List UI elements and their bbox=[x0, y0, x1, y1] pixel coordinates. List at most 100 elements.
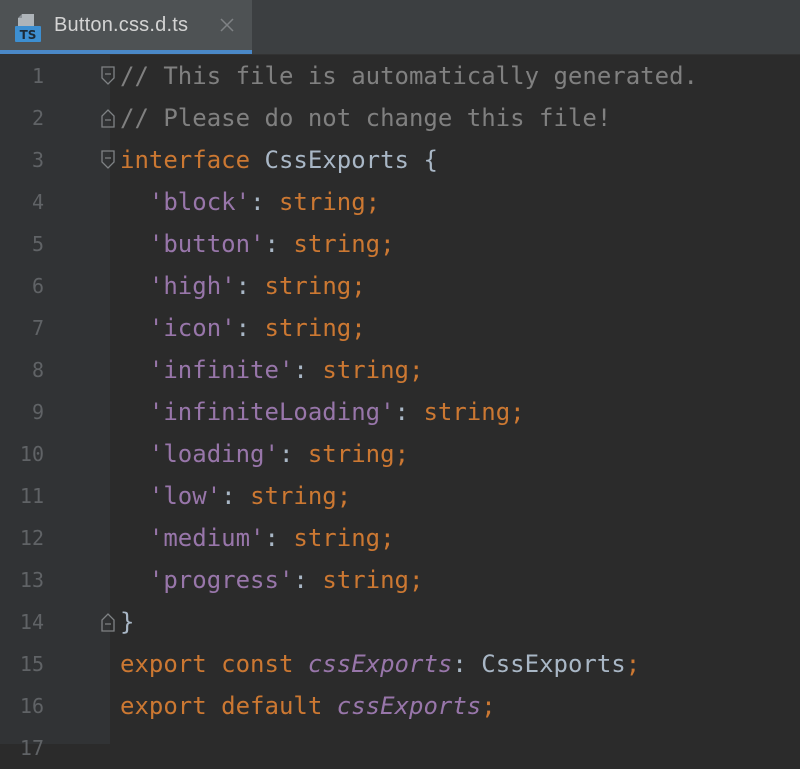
line-number: 3 bbox=[31, 148, 44, 172]
code-token: : bbox=[293, 356, 323, 384]
code-token: 'low' bbox=[148, 482, 222, 510]
code-token: ; bbox=[380, 524, 395, 552]
code-token: : bbox=[235, 272, 265, 300]
code-token: 'medium' bbox=[148, 524, 265, 552]
code-token: { bbox=[409, 146, 438, 174]
code-token: ; bbox=[351, 314, 366, 342]
code-line[interactable]: 'medium': string; bbox=[120, 517, 395, 559]
code-line[interactable]: 'loading': string; bbox=[120, 433, 409, 475]
code-line[interactable]: 'high': string; bbox=[120, 265, 366, 307]
line-number: 7 bbox=[31, 316, 44, 340]
code-token: : bbox=[221, 482, 251, 510]
code-token: ; bbox=[409, 356, 424, 384]
code-token: : bbox=[250, 188, 279, 216]
code-token: string bbox=[293, 230, 381, 258]
line-number-gutter: 1 2 3 4 5 6 7 8 9 10 11 12 13 14 15 16 17 bbox=[0, 55, 110, 760]
code-token: 'infiniteLoading' bbox=[148, 398, 395, 426]
fold-start-icon[interactable] bbox=[100, 150, 116, 170]
code-line[interactable]: } bbox=[120, 601, 134, 643]
code-token: ; bbox=[510, 398, 525, 426]
code-token: cssExports bbox=[307, 650, 453, 678]
tab-button-css-d-ts[interactable]: TS Button.css.d.ts bbox=[0, 0, 252, 54]
code-token: : bbox=[264, 524, 294, 552]
code-line[interactable]: 'low': string; bbox=[120, 475, 351, 517]
line-number: 14 bbox=[19, 610, 44, 634]
code-token: // Please do not change this file! bbox=[120, 104, 612, 132]
code-token: default bbox=[221, 692, 323, 720]
code-line[interactable]: 'button': string; bbox=[120, 223, 395, 265]
code-token: string bbox=[322, 356, 410, 384]
code-token: : bbox=[394, 398, 424, 426]
code-token: string bbox=[307, 440, 395, 468]
fold-start-icon[interactable] bbox=[100, 66, 116, 86]
code-token: ; bbox=[336, 482, 352, 510]
line-number: 1 bbox=[31, 64, 44, 88]
code-token: 'button' bbox=[148, 230, 265, 258]
fold-end-icon[interactable] bbox=[100, 108, 116, 128]
code-token: : bbox=[452, 650, 482, 678]
line-number: 5 bbox=[31, 232, 44, 256]
code-line[interactable]: 'block': string; bbox=[120, 181, 380, 223]
code-token: string bbox=[293, 524, 381, 552]
fold-end-icon[interactable] bbox=[100, 612, 116, 632]
code-line[interactable]: 'progress': string; bbox=[120, 559, 424, 601]
line-number: 11 bbox=[19, 484, 44, 508]
tab-label: Button.css.d.ts bbox=[54, 14, 189, 36]
code-token: export bbox=[120, 692, 207, 720]
code-line[interactable]: // This file is automatically generated. bbox=[120, 55, 698, 97]
code-token: string bbox=[423, 398, 511, 426]
code-token: string bbox=[264, 314, 352, 342]
code-token: ; bbox=[351, 272, 366, 300]
line-number: 8 bbox=[31, 358, 44, 382]
line-number: 16 bbox=[19, 694, 44, 718]
code-line[interactable]: // Please do not change this file! bbox=[120, 97, 611, 139]
code-token: } bbox=[120, 608, 135, 636]
code-line[interactable]: 'infiniteLoading': string; bbox=[120, 391, 525, 433]
code-token: : bbox=[235, 314, 265, 342]
code-token: ; bbox=[394, 440, 410, 468]
code-token: 'progress' bbox=[148, 566, 294, 594]
code-line[interactable]: 'icon': string; bbox=[120, 307, 366, 349]
line-number: 17 bbox=[19, 736, 44, 760]
code-token: : bbox=[264, 230, 294, 258]
code-line[interactable]: interface CssExports { bbox=[120, 139, 438, 181]
code-token: 'block' bbox=[148, 188, 251, 216]
code-token: CssExports bbox=[264, 146, 410, 174]
code-token: string bbox=[264, 272, 352, 300]
code-token: ; bbox=[625, 650, 641, 678]
line-number: 9 bbox=[31, 400, 44, 424]
code-token: string bbox=[322, 566, 410, 594]
code-token: 'high' bbox=[148, 272, 236, 300]
code-line[interactable]: 'infinite': string; bbox=[120, 349, 424, 391]
code-token: ; bbox=[481, 692, 496, 720]
code-token: CssExports bbox=[481, 650, 626, 678]
line-number: 15 bbox=[19, 652, 44, 676]
code-token: 'loading' bbox=[148, 440, 279, 468]
code-token: ; bbox=[380, 230, 395, 258]
code-editor[interactable]: 1 2 3 4 5 6 7 8 9 10 11 12 13 14 15 16 17 // This file i… bbox=[0, 55, 800, 760]
code-token: : bbox=[293, 566, 323, 594]
code-token: 'icon' bbox=[148, 314, 236, 342]
close-icon[interactable] bbox=[218, 16, 236, 34]
code-line[interactable]: export default cssExports; bbox=[120, 685, 496, 727]
svg-text:TS: TS bbox=[20, 28, 37, 42]
line-number: 2 bbox=[31, 106, 44, 130]
code-token: interface bbox=[120, 146, 251, 174]
line-number: 6 bbox=[31, 274, 44, 298]
editor-tab-bar: TS Button.css.d.ts bbox=[0, 0, 800, 55]
line-number: 4 bbox=[31, 190, 44, 214]
code-token: string bbox=[278, 188, 366, 216]
code-token: string bbox=[250, 482, 337, 510]
code-token: const bbox=[221, 650, 294, 678]
code-token: 'infinite' bbox=[148, 356, 294, 384]
code-line[interactable]: export const cssExports: CssExports; bbox=[120, 643, 640, 685]
